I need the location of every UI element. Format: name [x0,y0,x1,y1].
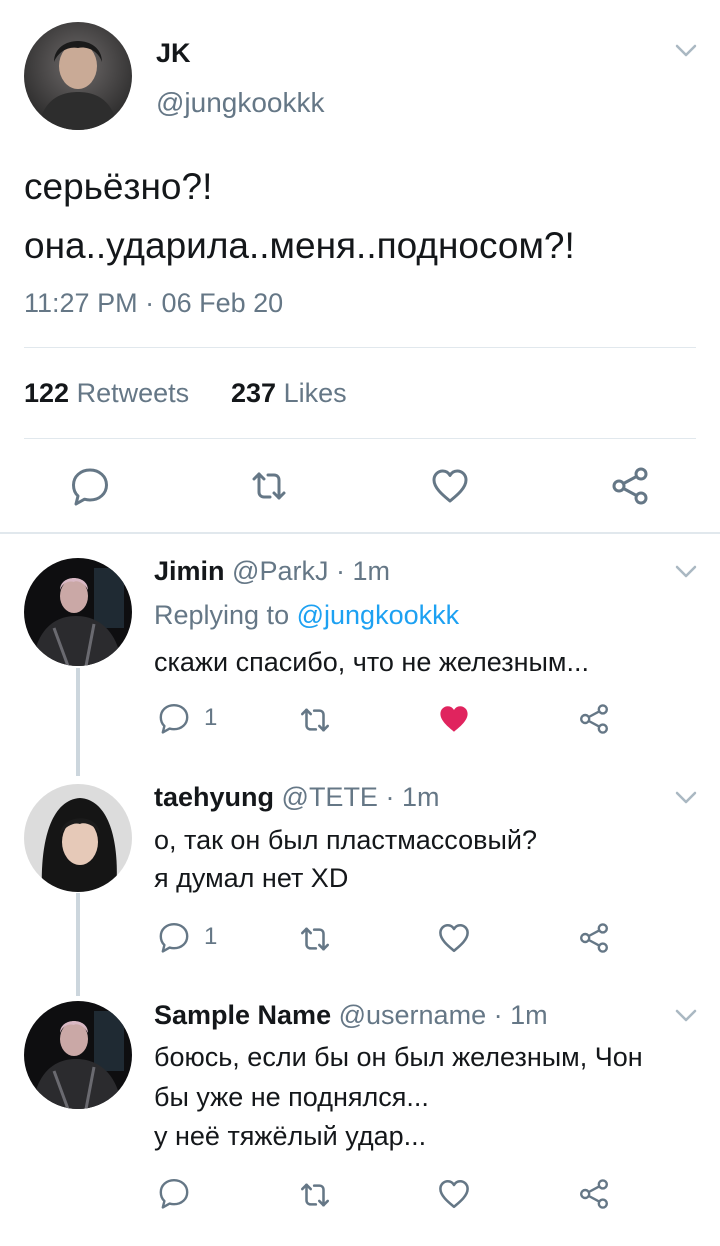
share-icon[interactable] [610,466,650,506]
likes-stat[interactable]: 237 Likes [231,378,347,409]
chevron-down-icon[interactable] [675,565,697,579]
like-icon[interactable] [437,1177,471,1211]
handle[interactable]: @TETE [282,782,378,812]
reply-count: 1 [204,704,218,731]
like-icon-active[interactable] [437,702,471,736]
avatar[interactable] [24,22,132,130]
divider [24,347,696,348]
reply-time: · 1m [493,1000,548,1030]
likes-label: Likes [283,378,347,408]
reply-header: Sample Name @username · 1m [154,1000,548,1031]
replying-to-label: Replying to [154,600,290,630]
retweets-label: Retweets [76,378,190,408]
reply-text-line: у неё тяжёлый удар... [154,1121,427,1151]
reply-action[interactable]: 1 [158,921,217,953]
reply-header: Jimin @ParkJ · 1m [154,556,390,587]
reply-text-line: о, так он был пластмассовый? [154,825,537,855]
like-icon[interactable] [437,921,471,955]
retweet-icon[interactable] [298,703,332,737]
reply-icon [158,921,190,953]
display-name[interactable]: Sample Name [154,1000,331,1030]
chevron-down-icon[interactable] [675,44,697,58]
reply-action[interactable]: 1 [158,702,217,734]
timestamp[interactable]: 11:27 PM · 06 Feb 20 [24,288,283,319]
reply-time: · 1m [385,782,440,812]
handle[interactable]: @jungkookkk [156,87,325,119]
reply-icon [158,1177,190,1209]
tweet-text-line: серьёзно?! [24,166,213,207]
reply-icon [158,702,190,734]
tweet-text-line: она..ударила..меня..подносом?! [24,225,575,266]
display-name[interactable]: JK [156,38,191,69]
display-name[interactable]: taehyung [154,782,274,812]
thread-line [76,893,80,996]
like-icon[interactable] [430,466,470,506]
reply-action[interactable] [158,1177,204,1209]
reply-header: taehyung @TETE · 1m [154,782,439,813]
replying-to-link[interactable]: @jungkookkk [297,600,460,630]
share-icon[interactable] [578,703,610,735]
handle[interactable]: @ParkJ [232,556,328,586]
display-name[interactable]: Jimin [154,556,225,586]
avatar[interactable] [24,1001,132,1109]
divider [24,438,696,439]
reply-text-line: скажи спасибо, что не железным... [154,647,589,677]
reply-time: · 1m [336,556,390,586]
thread-line [76,668,80,776]
reply-text-line: я думал нет XD [154,863,349,893]
reply-count: 1 [204,923,218,950]
chevron-down-icon[interactable] [675,1009,697,1023]
retweets-stat[interactable]: 122 Retweets [24,378,189,409]
retweets-count: 122 [24,378,70,408]
likes-count: 237 [231,378,277,408]
avatar[interactable] [24,558,132,666]
reply-icon[interactable] [70,466,110,506]
share-icon[interactable] [578,922,610,954]
section-divider [0,532,720,534]
retweet-icon[interactable] [298,1178,332,1212]
replying-to: Replying to @jungkookkk [154,600,459,631]
avatar[interactable] [24,784,132,892]
chevron-down-icon[interactable] [675,791,697,805]
share-icon[interactable] [578,1178,610,1210]
handle[interactable]: @username [339,1000,486,1030]
retweet-icon[interactable] [298,922,332,956]
reply-text-line: боюсь, если бы он был железным, Чон [154,1042,643,1072]
retweet-icon[interactable] [249,466,289,506]
reply-text-line: бы уже не поднялся... [154,1082,429,1112]
